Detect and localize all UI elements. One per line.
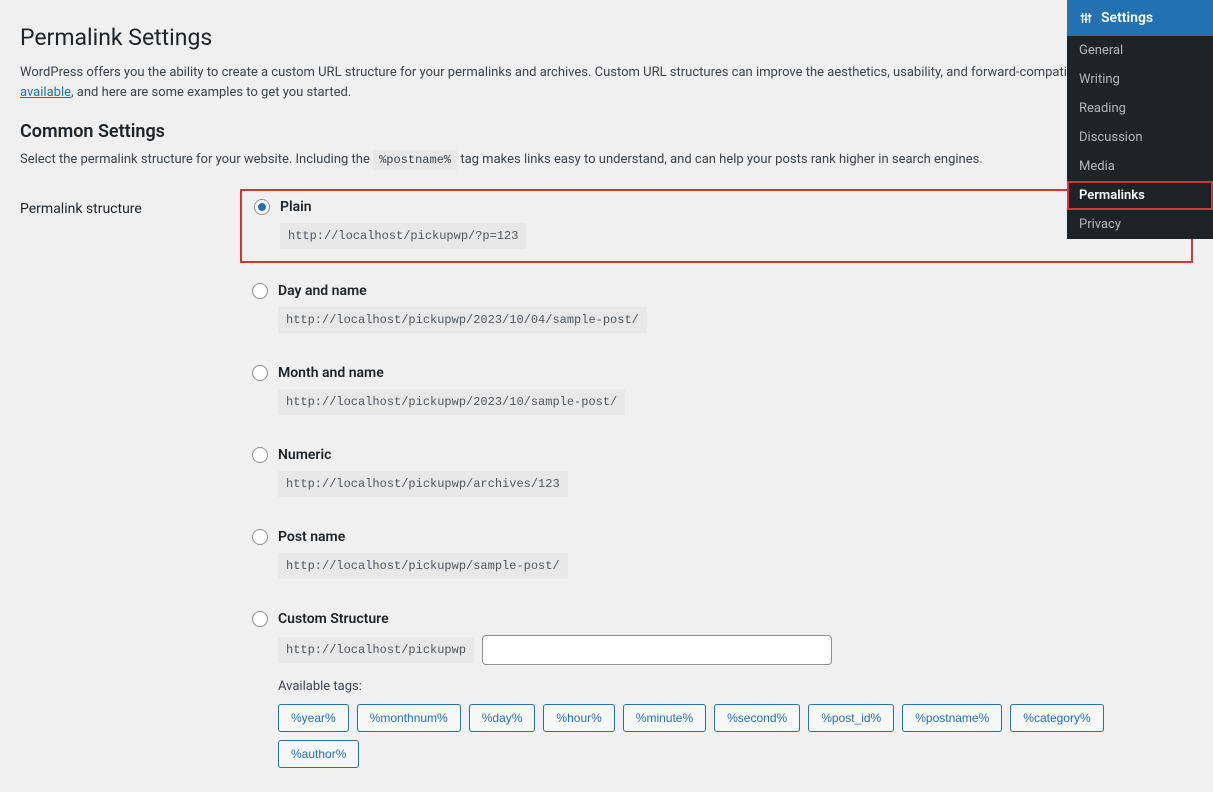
option-label: Post name — [278, 529, 345, 545]
tag-button-postname[interactable]: %postname% — [902, 704, 1002, 732]
option-label: Numeric — [278, 447, 331, 463]
option-month-and-name: Month and name http://localhost/pickupwp/… — [240, 357, 1193, 427]
settings-icon — [1079, 11, 1093, 25]
option-url: http://localhost/pickupwp/2023/10/sample… — [278, 389, 625, 415]
option-numeric: Numeric http://localhost/pickupwp/archive… — [240, 439, 1193, 509]
option-label-custom: Custom Structure — [278, 611, 389, 627]
available-tags-label: Available tags: — [278, 679, 1181, 694]
radio-month-and-name[interactable] — [252, 365, 268, 381]
settings-sidebar: Settings GeneralWritingReadingDiscussion… — [1067, 0, 1213, 239]
settings-table: Permalink structure Plain http://localhos… — [20, 189, 1193, 792]
radio-custom[interactable] — [252, 611, 268, 627]
option-label: Day and name — [278, 283, 367, 299]
tag-button-year[interactable]: %year% — [278, 704, 349, 732]
main-content: Permalink Settings WordPress offers you … — [0, 0, 1213, 792]
sidebar-item-permalinks[interactable]: Permalinks — [1067, 181, 1213, 210]
option-label: Plain — [280, 199, 312, 215]
tag-button-day[interactable]: %day% — [469, 704, 536, 732]
option-day-and-name: Day and name http://localhost/pickupwp/20… — [240, 275, 1193, 345]
option-url: http://localhost/pickupwp/?p=123 — [280, 223, 526, 249]
radio-day-and-name[interactable] — [252, 283, 268, 299]
field-cell: Plain http://localhost/pickupwp/?p=123 Day… — [240, 189, 1193, 792]
sidebar-item-privacy[interactable]: Privacy — [1067, 210, 1213, 239]
radio-numeric[interactable] — [252, 447, 268, 463]
sidebar-header[interactable]: Settings — [1067, 0, 1213, 36]
sidebar-item-reading[interactable]: Reading — [1067, 94, 1213, 123]
tag-button-category[interactable]: %category% — [1010, 704, 1103, 732]
page-title: Permalink Settings — [20, 24, 1193, 51]
tag-button-minute[interactable]: %minute% — [623, 704, 706, 732]
intro-text: WordPress offers you the ability to crea… — [20, 63, 1193, 103]
tag-button-post_id[interactable]: %post_id% — [808, 704, 894, 732]
section-heading: Common Settings — [20, 121, 1193, 142]
option-url: http://localhost/pickupwp/sample-post/ — [278, 553, 568, 579]
tag-button-monthnum[interactable]: %monthnum% — [357, 704, 461, 732]
tag-button-author[interactable]: %author% — [278, 740, 359, 768]
field-label: Permalink structure — [20, 189, 240, 792]
radio-post-name[interactable] — [252, 529, 268, 545]
custom-structure-input[interactable] — [482, 635, 832, 665]
option-url: http://localhost/pickupwp/2023/10/04/sam… — [278, 307, 647, 333]
option-post-name: Post name http://localhost/pickupwp/sampl… — [240, 521, 1193, 591]
radio-plain[interactable] — [254, 199, 270, 215]
option-plain: Plain http://localhost/pickupwp/?p=123 — [240, 189, 1193, 263]
sidebar-item-writing[interactable]: Writing — [1067, 65, 1213, 94]
sidebar-item-general[interactable]: General — [1067, 36, 1213, 65]
sidebar-item-media[interactable]: Media — [1067, 152, 1213, 181]
sidebar-item-discussion[interactable]: Discussion — [1067, 123, 1213, 152]
postname-tag-code: %postname% — [373, 150, 457, 170]
tag-button-second[interactable]: %second% — [714, 704, 800, 732]
custom-prefix: http://localhost/pickupwp — [278, 637, 474, 663]
tag-button-hour[interactable]: %hour% — [543, 704, 614, 732]
option-url: http://localhost/pickupwp/archives/123 — [278, 471, 568, 497]
option-custom: Custom Structure http://localhost/pickup… — [240, 603, 1193, 780]
sidebar-title: Settings — [1101, 10, 1153, 26]
tags-row: %year% %monthnum% %day%%hour% %minute% %seco… — [278, 704, 1181, 768]
option-label: Month and name — [278, 365, 384, 381]
section-subtext: Select the permalink structure for your … — [20, 152, 1193, 167]
